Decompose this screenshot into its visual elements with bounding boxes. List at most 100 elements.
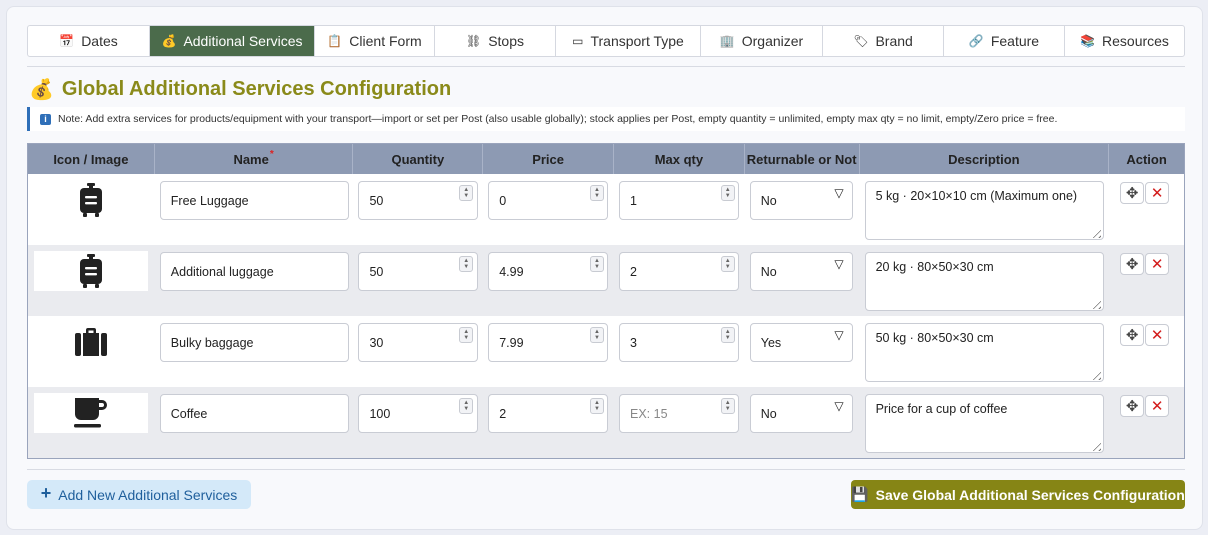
max-qty-stepper[interactable]: ▲ ▼ bbox=[720, 256, 735, 272]
tab-label: Feature bbox=[990, 33, 1040, 49]
card-icon: ▭ bbox=[572, 34, 584, 48]
max-qty-stepper[interactable]: ▲ ▼ bbox=[720, 185, 735, 201]
table-header: Icon / Image Name * Quantity Price Max qt… bbox=[28, 144, 1184, 174]
tag-icon: 🏷 bbox=[853, 34, 869, 48]
col-name: Name * bbox=[155, 144, 354, 174]
service-image[interactable] bbox=[34, 180, 148, 220]
page-title-text: Global Additional Services Configuration bbox=[61, 78, 452, 100]
price-stepper[interactable]: ▲ ▼ bbox=[590, 327, 604, 343]
link-icon: 🔗 bbox=[968, 34, 984, 48]
note-text: Note: Add extra services for products/eq… bbox=[58, 113, 1058, 125]
coffee-icon bbox=[74, 398, 107, 428]
tab-transport-type[interactable]: ▭ Transport Type bbox=[556, 26, 701, 56]
tab-label: Resources bbox=[1102, 33, 1169, 49]
col-action: Action bbox=[1126, 151, 1167, 167]
chevron-down-icon: ▽ bbox=[834, 186, 844, 200]
luggage-icon bbox=[80, 254, 102, 288]
move-icon: ✥ bbox=[1125, 185, 1139, 202]
max-qty-stepper[interactable]: ▲ ▼ bbox=[720, 327, 735, 343]
luggage-icon bbox=[80, 183, 102, 217]
delete-button[interactable]: ✕ bbox=[1145, 395, 1170, 417]
tab-label: Dates bbox=[81, 33, 118, 49]
move-button[interactable]: ✥ bbox=[1120, 395, 1145, 417]
delete-button[interactable]: ✕ bbox=[1145, 324, 1170, 346]
tab-additional-services[interactable]: 💰 Additional Services bbox=[150, 26, 315, 56]
service-image[interactable] bbox=[34, 322, 148, 362]
info-icon: i bbox=[40, 113, 51, 125]
close-icon: ✕ bbox=[1150, 256, 1164, 273]
price-stepper[interactable]: ▲ ▼ bbox=[590, 185, 604, 201]
max-qty-placeholder: EX: 15 bbox=[630, 406, 668, 421]
tab-dates[interactable]: 📅 Dates bbox=[28, 26, 150, 56]
quantity-stepper[interactable]: ▲ ▼ bbox=[459, 327, 474, 343]
tab-label: Organizer bbox=[741, 33, 804, 49]
divider bbox=[27, 66, 1185, 67]
suitcase-icon bbox=[75, 328, 107, 356]
col-max-qty: Max qty bbox=[614, 144, 745, 174]
add-service-button[interactable]: + Add New Additional Services bbox=[27, 480, 251, 509]
divider bbox=[27, 469, 1185, 470]
tab-label: Stops bbox=[488, 33, 525, 49]
chevron-down-icon: ▽ bbox=[834, 399, 844, 413]
price-stepper[interactable]: ▲ ▼ bbox=[590, 256, 604, 272]
price-stepper[interactable]: ▲ ▼ bbox=[590, 398, 604, 414]
max-qty-stepper[interactable]: ▲ ▼ bbox=[720, 398, 735, 414]
service-image[interactable] bbox=[34, 251, 148, 291]
required-marker: * bbox=[269, 148, 274, 160]
close-icon: ✕ bbox=[1150, 398, 1164, 415]
config-panel: 📅 Dates 💰 Additional Services 📋 Client F… bbox=[6, 6, 1203, 530]
table-row: Free Luggage 50 ▲ ▼ 0 ▲ ▼ 1 ▲ ▼ No ▽ 5 kg ·… bbox=[28, 174, 1184, 245]
description-textarea[interactable]: 5 kg · 20×10×10 cm (Maximum one) bbox=[864, 181, 1104, 240]
tab-bar: 📅 Dates 💰 Additional Services 📋 Client F… bbox=[27, 25, 1185, 57]
tab-brand[interactable]: 🏷 Brand bbox=[823, 26, 944, 56]
name-input[interactable]: Bulky baggage bbox=[159, 323, 349, 362]
office-icon: 🏢 bbox=[719, 34, 735, 48]
move-button[interactable]: ✥ bbox=[1120, 182, 1145, 204]
chevron-down-icon: ▽ bbox=[834, 257, 844, 271]
save-configuration-button[interactable]: 💾 Save Global Additional Services Config… bbox=[851, 480, 1185, 509]
col-icon: Icon / Image bbox=[28, 144, 155, 174]
calendar-icon: 📅 bbox=[59, 34, 75, 48]
col-quantity: Quantity bbox=[353, 144, 484, 174]
info-note: i Note: Add extra services for products/… bbox=[27, 107, 1185, 131]
page-title: 💰 Global Additional Services Configurati… bbox=[29, 77, 451, 102]
books-icon: 📚 bbox=[1080, 34, 1096, 48]
plus-icon: + bbox=[40, 483, 52, 503]
money-bag-icon: 💰 bbox=[29, 79, 54, 101]
clipboard-icon: 📋 bbox=[327, 34, 343, 48]
service-image[interactable] bbox=[34, 393, 148, 433]
move-button[interactable]: ✥ bbox=[1120, 324, 1145, 346]
quantity-stepper[interactable]: ▲ ▼ bbox=[459, 185, 474, 201]
name-input[interactable]: Additional luggage bbox=[159, 252, 349, 291]
tab-label: Additional Services bbox=[183, 33, 303, 49]
move-button[interactable]: ✥ bbox=[1120, 253, 1145, 275]
name-input[interactable]: Coffee bbox=[159, 394, 349, 433]
move-icon: ✥ bbox=[1125, 327, 1139, 344]
route-icon: ⛓ bbox=[465, 34, 482, 48]
tab-stops[interactable]: ⛓ Stops bbox=[435, 26, 556, 56]
tab-organizer[interactable]: 🏢 Organizer bbox=[701, 26, 823, 56]
close-icon: ✕ bbox=[1150, 327, 1164, 344]
tab-feature[interactable]: 🔗 Feature bbox=[944, 26, 1065, 56]
description-textarea[interactable]: Price for a cup of coffee bbox=[864, 394, 1104, 453]
save-label: Save Global Additional Services Configur… bbox=[875, 486, 1185, 503]
col-description: Description bbox=[860, 144, 1110, 174]
tab-resources[interactable]: 📚 Resources bbox=[1065, 26, 1184, 56]
table-row: Bulky baggage 30 ▲ ▼ 7.99 ▲ ▼ 3 ▲ ▼ Yes ▽ 5… bbox=[28, 316, 1184, 387]
tab-client-form[interactable]: 📋 Client Form bbox=[315, 26, 435, 56]
delete-button[interactable]: ✕ bbox=[1145, 253, 1170, 275]
description-textarea[interactable]: 50 kg · 80×50×30 cm bbox=[864, 323, 1104, 382]
quantity-stepper[interactable]: ▲ ▼ bbox=[459, 398, 474, 414]
close-icon: ✕ bbox=[1150, 185, 1164, 202]
col-name-label: Name bbox=[233, 151, 269, 167]
quantity-stepper[interactable]: ▲ ▼ bbox=[459, 256, 474, 272]
floppy-disk-icon: 💾 bbox=[851, 486, 869, 502]
add-service-label: Add New Additional Services bbox=[58, 486, 238, 503]
col-price: Price bbox=[483, 144, 614, 174]
description-textarea[interactable]: 20 kg · 80×50×30 cm bbox=[864, 252, 1104, 311]
chevron-down-icon: ▽ bbox=[834, 328, 844, 342]
tab-label: Transport Type bbox=[590, 33, 684, 49]
money-bag-icon: 💰 bbox=[161, 34, 177, 48]
name-input[interactable]: Free Luggage bbox=[159, 181, 349, 220]
delete-button[interactable]: ✕ bbox=[1145, 182, 1170, 204]
